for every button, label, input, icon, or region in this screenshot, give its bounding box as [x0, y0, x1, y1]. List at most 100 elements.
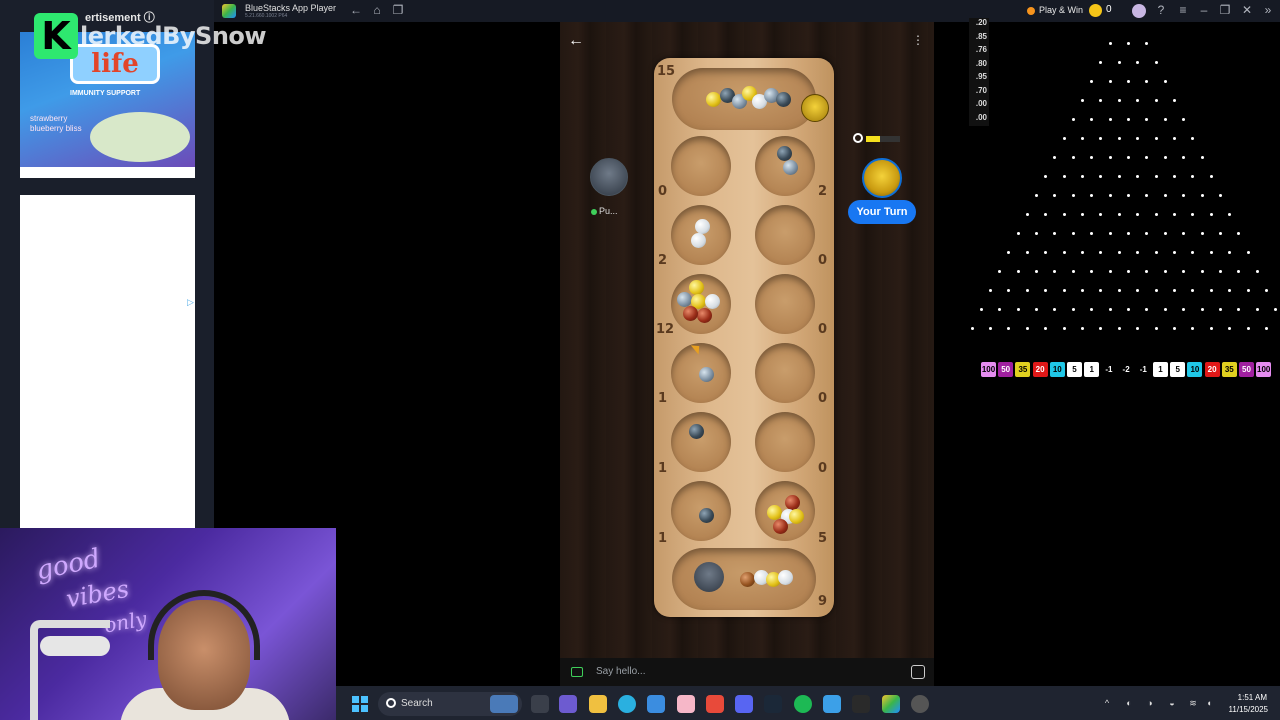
pit-right-3[interactable] [755, 274, 815, 334]
opponent-avatar[interactable] [590, 158, 628, 196]
seed [699, 367, 714, 382]
clock-time[interactable]: 1:51 AM [1237, 693, 1267, 702]
plinko-peg [1191, 327, 1195, 330]
menu-icon[interactable]: ≡ [1175, 3, 1191, 17]
play-win-button[interactable]: Play & Win [1039, 5, 1083, 15]
chat-input[interactable]: Say hello... [596, 666, 645, 677]
plinko-peg [1099, 137, 1103, 140]
plinko-peg [970, 327, 974, 330]
plinko-peg [1191, 213, 1195, 216]
pit-left-6[interactable] [671, 481, 731, 541]
chat-icon[interactable] [571, 667, 583, 677]
spotify-icon[interactable] [794, 695, 812, 713]
minimize-icon[interactable]: – [1196, 3, 1212, 17]
plinko-peg [1108, 270, 1112, 273]
obs-icon[interactable] [911, 695, 929, 713]
profile-avatar[interactable] [1132, 4, 1146, 18]
plinko-peg [1136, 213, 1140, 216]
store-icon[interactable] [647, 695, 665, 713]
pit-right-4[interactable] [755, 343, 815, 403]
task-view-icon[interactable] [531, 695, 549, 713]
plinko-peg [1246, 327, 1250, 330]
help-icon[interactable]: ? [1153, 3, 1169, 17]
plinko-peg [1265, 327, 1268, 330]
steam-icon[interactable] [764, 695, 782, 713]
tray-app-icon[interactable]: ◒ [1167, 698, 1177, 708]
pit-count: 5 [818, 531, 828, 546]
clock-date[interactable]: 11/15/2025 [1228, 705, 1268, 714]
wifi-icon[interactable]: ≋ [1188, 698, 1198, 708]
restore-icon[interactable]: ❐ [1217, 3, 1233, 17]
ad-flavor: strawberry blueberry bliss [30, 114, 82, 133]
plinko-peg [1209, 213, 1213, 216]
tray-overflow-icon[interactable]: ^ [1102, 698, 1112, 708]
plinko-board: 100 50 35 20 10 5 1 -1 -2 -1 1 5 10 20 35 50 100 [970, 22, 1280, 377]
plinko-peg [1062, 175, 1066, 178]
plinko-peg [1062, 213, 1066, 216]
game-back-icon[interactable]: ← [568, 32, 584, 50]
recent-apps-icon[interactable]: ❐ [390, 3, 406, 17]
app-icon[interactable] [677, 695, 695, 713]
plinko-peg [1154, 327, 1158, 330]
pit-right-5[interactable] [755, 412, 815, 472]
plinko-slot: -1 [1135, 362, 1151, 377]
channel-name: lerkedBySnow [80, 22, 267, 50]
pit-left-3[interactable] [671, 274, 731, 334]
teams-icon[interactable] [559, 695, 577, 713]
plinko-peg [1108, 194, 1112, 197]
plinko-peg [1237, 308, 1241, 311]
plinko-peg [1182, 232, 1186, 235]
plinko-peg [1081, 99, 1084, 102]
plinko-peg [1025, 327, 1029, 330]
plinko-peg [1163, 194, 1167, 197]
game-menu-icon[interactable]: ⋮ [912, 33, 924, 47]
bluestacks-taskbar-icon[interactable] [882, 695, 900, 713]
pit-right-1[interactable] [755, 136, 815, 196]
plinko-peg [1062, 137, 1066, 140]
player-avatar[interactable] [862, 158, 902, 198]
pit-left-1[interactable] [671, 136, 731, 196]
pit-left-5[interactable] [671, 412, 731, 472]
home-icon[interactable]: ⌂ [369, 3, 385, 17]
copilot-icon[interactable] [706, 695, 724, 713]
headset [148, 590, 260, 660]
expand-icon[interactable]: » [1260, 3, 1276, 17]
plinko-peg [1136, 289, 1140, 292]
tray-app-icon[interactable]: ◑ [1145, 698, 1155, 708]
ad-choices-icon[interactable]: ▷ [187, 297, 194, 308]
plinko-peg [1071, 308, 1075, 311]
sticker-icon[interactable] [911, 665, 925, 679]
pit-right-6[interactable] [755, 481, 815, 541]
plinko-peg [1246, 251, 1250, 254]
edge-icon[interactable] [618, 695, 636, 713]
epic-games-icon[interactable] [852, 695, 870, 713]
plinko-peg [1117, 99, 1121, 102]
ad-blank-panel[interactable] [20, 195, 195, 528]
plinko-peg [1145, 232, 1149, 235]
volume-icon[interactable]: ◖ [1204, 698, 1214, 708]
plinko-slot: 5 [1067, 362, 1082, 377]
plinko-peg [1081, 327, 1084, 330]
notepad-icon[interactable] [823, 695, 841, 713]
plinko-peg [1025, 289, 1029, 292]
start-button[interactable] [352, 696, 368, 712]
close-icon[interactable]: ✕ [1239, 3, 1255, 17]
discord-icon[interactable] [735, 695, 753, 713]
plinko-peg [1209, 327, 1213, 330]
plinko-peg [1200, 194, 1204, 197]
plinko-peg [1200, 270, 1204, 273]
plinko-peg [1099, 289, 1103, 292]
pit-left-2[interactable] [671, 205, 731, 265]
back-icon[interactable]: ← [348, 3, 364, 17]
plinko-slot: -1 [1101, 362, 1117, 377]
file-explorer-icon[interactable] [589, 695, 607, 713]
plinko-peg [1163, 232, 1167, 235]
app-version: 5.21.660.1002 P64 [245, 13, 288, 19]
plinko-peg [1117, 251, 1121, 254]
plinko-slot: 20 [1204, 362, 1220, 377]
pit-right-2[interactable] [755, 205, 815, 265]
plinko-peg [1127, 156, 1130, 159]
plinko-peg [1099, 99, 1103, 102]
search-highlight-icon[interactable] [490, 695, 518, 713]
tray-app-icon[interactable]: ◐ [1124, 698, 1134, 708]
